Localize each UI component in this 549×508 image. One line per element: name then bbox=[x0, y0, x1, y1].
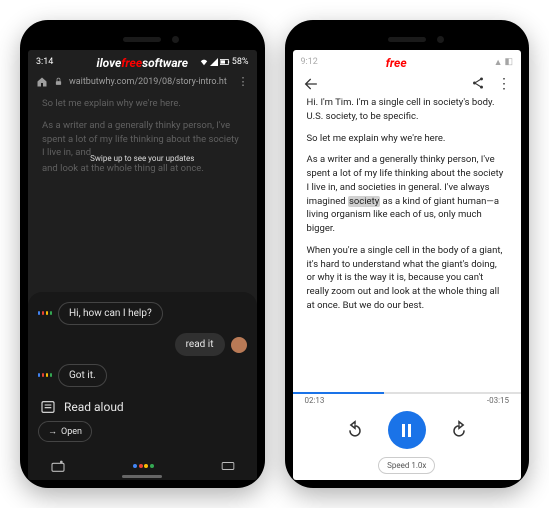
article-p1: Hi. I'm Tim. I'm a single cell in societ… bbox=[307, 96, 508, 124]
forward-button[interactable] bbox=[448, 419, 470, 441]
time-remaining: -03:15 bbox=[487, 396, 509, 405]
player: 02:13 -03:15 Speed 1.0x bbox=[293, 390, 522, 474]
status-time: 9:12 bbox=[301, 57, 318, 67]
assistant-logo-icon bbox=[38, 306, 52, 320]
swipe-hint: Swipe up to see your updates bbox=[28, 153, 257, 165]
read-aloud-card: Read aloud → Open bbox=[38, 395, 247, 442]
assistant-panel: Hi, how can I help? read it Got it. Read… bbox=[28, 292, 257, 480]
read-aloud-label: Read aloud bbox=[64, 400, 124, 414]
status-bar: 9:12 ▲ ◧ bbox=[293, 50, 522, 72]
reader-header: ⋮ bbox=[293, 72, 522, 96]
explore-icon[interactable] bbox=[50, 458, 66, 474]
screen-right: ilovefreesoftware 9:12 ▲ ◧ ⋮ Hi. I'm Tim… bbox=[293, 50, 522, 480]
article-p3: As a writer and a generally thinky perso… bbox=[307, 153, 508, 236]
share-icon[interactable] bbox=[471, 76, 485, 92]
open-chip[interactable]: → Open bbox=[38, 421, 92, 442]
signal-icon bbox=[210, 58, 218, 66]
assistant-bottom-bar bbox=[38, 450, 247, 474]
signal-icon: ▲ bbox=[494, 57, 503, 68]
open-label: Open bbox=[61, 427, 82, 437]
assistant-confirm-bubble: Got it. bbox=[58, 364, 107, 387]
assistant-confirm-row: Got it. bbox=[38, 364, 247, 387]
assistant-dots-icon[interactable] bbox=[133, 464, 154, 468]
browser-toolbar: waitbutwhy.com/2019/08/story-intro.ht ⋮ bbox=[28, 72, 257, 91]
progress-bar[interactable] bbox=[293, 392, 522, 394]
status-icons: ▲ ◧ bbox=[494, 57, 513, 68]
more-icon[interactable]: ⋮ bbox=[238, 75, 249, 88]
status-icons: 58% bbox=[200, 57, 249, 67]
time-row: 02:13 -03:15 bbox=[293, 394, 522, 407]
article-icon bbox=[40, 399, 56, 415]
url-text[interactable]: waitbutwhy.com/2019/08/story-intro.ht bbox=[69, 77, 232, 87]
nav-pill[interactable] bbox=[122, 475, 162, 478]
phone-camera bbox=[172, 36, 179, 43]
pause-button[interactable] bbox=[388, 411, 426, 449]
current-word-highlight: society bbox=[348, 196, 380, 207]
user-msg-bubble: read it bbox=[175, 333, 225, 356]
home-icon[interactable] bbox=[36, 76, 48, 88]
assistant-greeting-bubble: Hi, how can I help? bbox=[58, 302, 163, 325]
assistant-logo-icon bbox=[38, 368, 52, 382]
time-elapsed: 02:13 bbox=[305, 396, 325, 405]
wifi-icon bbox=[200, 58, 208, 66]
page-dimmed: So let me explain why we're here. As a w… bbox=[28, 91, 257, 182]
lock-icon bbox=[54, 77, 63, 86]
screen-left: ilovefreesoftware 3:14 58% waitbutwhy.co… bbox=[28, 50, 257, 480]
dimmed-p1: So let me explain why we're here. bbox=[42, 97, 243, 111]
article-p2: So let me explain why we're here. bbox=[307, 132, 508, 146]
speed-chip[interactable]: Speed 1.0x bbox=[378, 457, 435, 474]
battery-icon bbox=[220, 58, 230, 66]
pause-icon bbox=[402, 424, 411, 437]
back-icon[interactable] bbox=[303, 76, 319, 92]
read-aloud-row[interactable]: Read aloud bbox=[38, 395, 247, 419]
assistant-greeting-row: Hi, how can I help? bbox=[38, 302, 247, 325]
phone-bezel-top bbox=[293, 28, 522, 50]
status-battery: 58% bbox=[232, 57, 249, 67]
arrow-right-icon: → bbox=[48, 426, 57, 437]
phone-right: ilovefreesoftware 9:12 ▲ ◧ ⋮ Hi. I'm Tim… bbox=[285, 20, 530, 488]
phone-speaker bbox=[388, 37, 426, 42]
phone-camera bbox=[437, 36, 444, 43]
more-icon[interactable]: ⋮ bbox=[497, 76, 511, 92]
user-msg-row: read it bbox=[38, 333, 247, 356]
keyboard-icon[interactable] bbox=[221, 459, 235, 473]
player-controls bbox=[293, 407, 522, 453]
article-body: Hi. I'm Tim. I'm a single cell in societ… bbox=[293, 96, 522, 313]
article-p4: When you're a single cell in the body of… bbox=[307, 244, 508, 313]
status-time: 3:14 bbox=[36, 57, 53, 67]
progress-fill bbox=[293, 392, 384, 394]
phone-left: ilovefreesoftware 3:14 58% waitbutwhy.co… bbox=[20, 20, 265, 488]
battery-icon: ◧ bbox=[504, 57, 513, 67]
rewind-button[interactable] bbox=[344, 419, 366, 441]
status-bar: 3:14 58% bbox=[28, 50, 257, 72]
avatar bbox=[231, 337, 247, 353]
phone-bezel-top bbox=[28, 28, 257, 50]
phone-speaker bbox=[123, 37, 161, 42]
